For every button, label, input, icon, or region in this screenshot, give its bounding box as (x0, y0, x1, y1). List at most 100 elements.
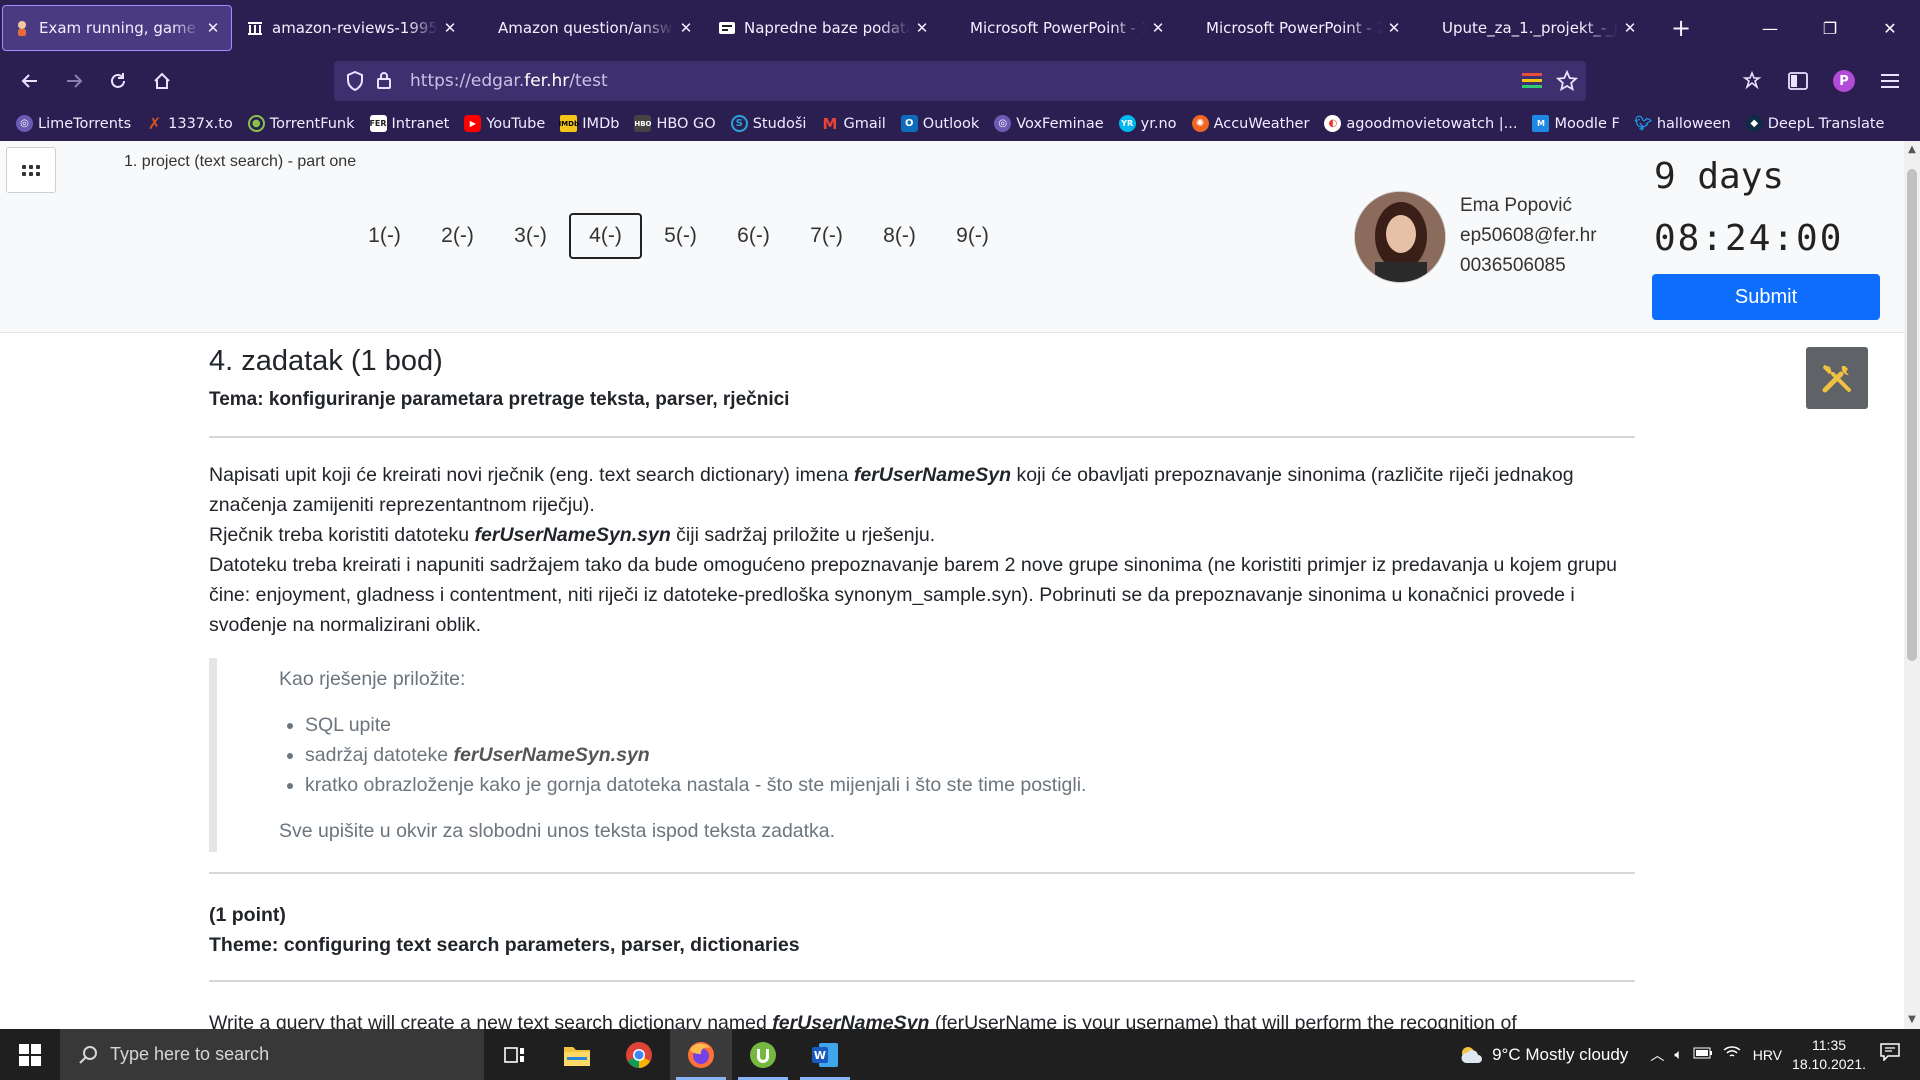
exam-page: 1. project (text search) - part one 1(-)… (0, 141, 1904, 1029)
scroll-down-icon[interactable]: ▼ (1904, 1011, 1920, 1029)
bookmark-youtube[interactable]: ▶ YouTube (464, 115, 545, 132)
tools-button[interactable] (1806, 347, 1868, 409)
home-button[interactable] (140, 61, 184, 101)
question-button-4[interactable]: 4(-) (569, 213, 642, 259)
tab-amazon-qa[interactable]: Amazon question/answer data ✕ (472, 5, 704, 51)
exam-title: 1. project (text search) - part one (124, 153, 357, 170)
question-button-1[interactable]: 1(-) (348, 213, 421, 259)
url-prefix: https://edgar. (410, 71, 525, 91)
dictionary-name: ferUserNameSyn (853, 464, 1012, 486)
taskbar-search[interactable]: Type here to search (60, 1029, 484, 1080)
shield-icon[interactable] (346, 70, 364, 95)
bookmark-voxfeminae[interactable]: ◎ VoxFeminae (994, 115, 1104, 132)
fer-icon: FER (369, 115, 387, 132)
tab-powerpoint-1[interactable]: Microsoft PowerPoint - 1. Predavanje ✕ (944, 5, 1176, 51)
close-icon[interactable]: ✕ (1622, 19, 1638, 37)
bookmark-label: 1337x.to (168, 115, 233, 132)
bookmark-halloween[interactable]: 🐦︎ halloween (1634, 115, 1730, 132)
question-button-9[interactable]: 9(-) (936, 213, 1009, 259)
volume-icon[interactable]: 🔈︎ (1674, 1046, 1682, 1063)
bookmark-hbo-go[interactable]: HBO HBO GO (634, 115, 716, 132)
submit-button[interactable]: Submit (1652, 274, 1880, 320)
pocket-icon[interactable] (1730, 61, 1774, 101)
bookmark-limetorrents[interactable]: ◎ LimeTorrents (16, 115, 131, 132)
lock-icon[interactable] (376, 70, 392, 94)
clock[interactable]: 11:35 18.10.2021. (1792, 1036, 1866, 1074)
task-view-button[interactable] (484, 1029, 546, 1080)
tab-amazon-reviews[interactable]: amazon-reviews-1995-2015 ✕ (236, 5, 468, 51)
bookmark-moodle[interactable]: M Moodle F (1532, 115, 1620, 132)
close-icon[interactable]: ✕ (1386, 19, 1402, 37)
bookmark-intranet[interactable]: FER Intranet (369, 115, 449, 132)
close-icon[interactable]: ✕ (1150, 19, 1166, 37)
close-icon[interactable]: ✕ (442, 19, 458, 37)
tab-napredne-baze[interactable]: Napredne baze podataka ✕ (708, 5, 940, 51)
folder-icon (564, 1046, 590, 1066)
chevron-up-icon[interactable]: ︿ (1650, 1045, 1664, 1065)
utorrent-button[interactable] (732, 1029, 794, 1080)
close-icon[interactable]: ✕ (678, 19, 694, 37)
search-icon (79, 1045, 97, 1064)
question-button-6[interactable]: 6(-) (717, 213, 790, 259)
hamburger-menu-icon[interactable] (1868, 61, 1912, 101)
close-icon[interactable]: ✕ (914, 19, 930, 37)
profile-initial: P (1833, 70, 1855, 92)
start-button[interactable] (0, 1029, 60, 1080)
file-explorer-button[interactable] (546, 1029, 608, 1080)
close-icon[interactable]: ✕ (205, 19, 221, 37)
bookmark-label: Studoši (752, 115, 807, 132)
svg-text:W: W (814, 1049, 826, 1062)
bookmark-studosi[interactable]: S Studoši (730, 115, 807, 132)
bookmark-star-icon[interactable] (1555, 69, 1579, 96)
bookmark-torrentfunk[interactable]: ● TorrentFunk (247, 115, 355, 132)
forward-button[interactable] (52, 61, 96, 101)
url-bar[interactable]: https://edgar.fer.hr/test (334, 61, 1586, 101)
tab-exam[interactable]: Exam running, game ON! ✕ (2, 5, 232, 51)
language-indicator[interactable]: HRV (1753, 1047, 1782, 1063)
bookmark-accuweather[interactable]: ✺ AccuWeather (1191, 115, 1309, 132)
new-tab-button[interactable]: + (1666, 14, 1696, 42)
bookmark-outlook[interactable]: O Outlook (900, 115, 980, 132)
notifications-icon[interactable] (1880, 1043, 1900, 1066)
scroll-up-icon[interactable]: ▲ (1904, 141, 1920, 159)
back-button[interactable] (8, 61, 52, 101)
bookmark-gmail[interactable]: M Gmail (821, 115, 886, 133)
bookmark-deepl[interactable]: ◆ DeepL Translate (1745, 115, 1884, 132)
url-text[interactable]: https://edgar.fer.hr/test (410, 71, 608, 91)
scroll-thumb[interactable] (1907, 169, 1917, 661)
bookmark-yr-no[interactable]: YR yr.no (1118, 115, 1177, 132)
question-button-8[interactable]: 8(-) (863, 213, 936, 259)
minimize-button[interactable]: — (1740, 0, 1800, 56)
profile-avatar-button[interactable]: P (1822, 61, 1866, 101)
tab-upute[interactable]: Upute_za_1._projekt_-_pretrazivanje ✕ (1416, 5, 1648, 51)
solution-instructions: Kao rješenje priložite: SQL upite sadrža… (209, 658, 1635, 852)
user-email: ep50608@fer.hr (1460, 225, 1597, 246)
chrome-button[interactable] (608, 1029, 670, 1080)
word-button[interactable]: W (794, 1029, 856, 1080)
window-close-button[interactable]: ✕ (1860, 0, 1920, 56)
weather-text[interactable]: 9°C Mostly cloudy (1492, 1045, 1628, 1065)
reader-view-icon[interactable] (1522, 72, 1542, 94)
page-scrollbar[interactable]: ▲ ▼ (1904, 141, 1920, 1029)
battery-icon[interactable] (1693, 1046, 1713, 1064)
tab-powerpoint-2[interactable]: Microsoft PowerPoint - 2. Napredne ✕ (1180, 5, 1412, 51)
reload-button[interactable] (96, 61, 140, 101)
firefox-button[interactable] (670, 1029, 732, 1080)
task-text: (ferUserName is your username) that will… (929, 1012, 1517, 1029)
bookmark-label: Outlook (922, 115, 980, 132)
question-button-3[interactable]: 3(-) (494, 213, 567, 259)
bookmark-agoodmovietowatch[interactable]: ◐ agoodmovietowatch |... (1324, 115, 1517, 132)
hbo-icon: HBO (634, 115, 652, 132)
bookmark-label: HBO GO (656, 115, 716, 132)
question-button-5[interactable]: 5(-) (644, 213, 717, 259)
question-button-2[interactable]: 2(-) (421, 213, 494, 259)
restore-button[interactable]: ❐ (1800, 0, 1860, 56)
bookmark-imdb[interactable]: IMDb IMDb (559, 115, 619, 132)
tab-title: Amazon question/answer data (498, 19, 674, 37)
tab-title: amazon-reviews-1995-2015 (272, 19, 438, 37)
question-button-7[interactable]: 7(-) (790, 213, 863, 259)
menu-button[interactable] (6, 147, 56, 193)
sidebar-icon[interactable] (1776, 61, 1820, 101)
wifi-icon[interactable] (1723, 1045, 1741, 1064)
bookmark-1337x[interactable]: ✗ 1337x.to (146, 114, 233, 133)
